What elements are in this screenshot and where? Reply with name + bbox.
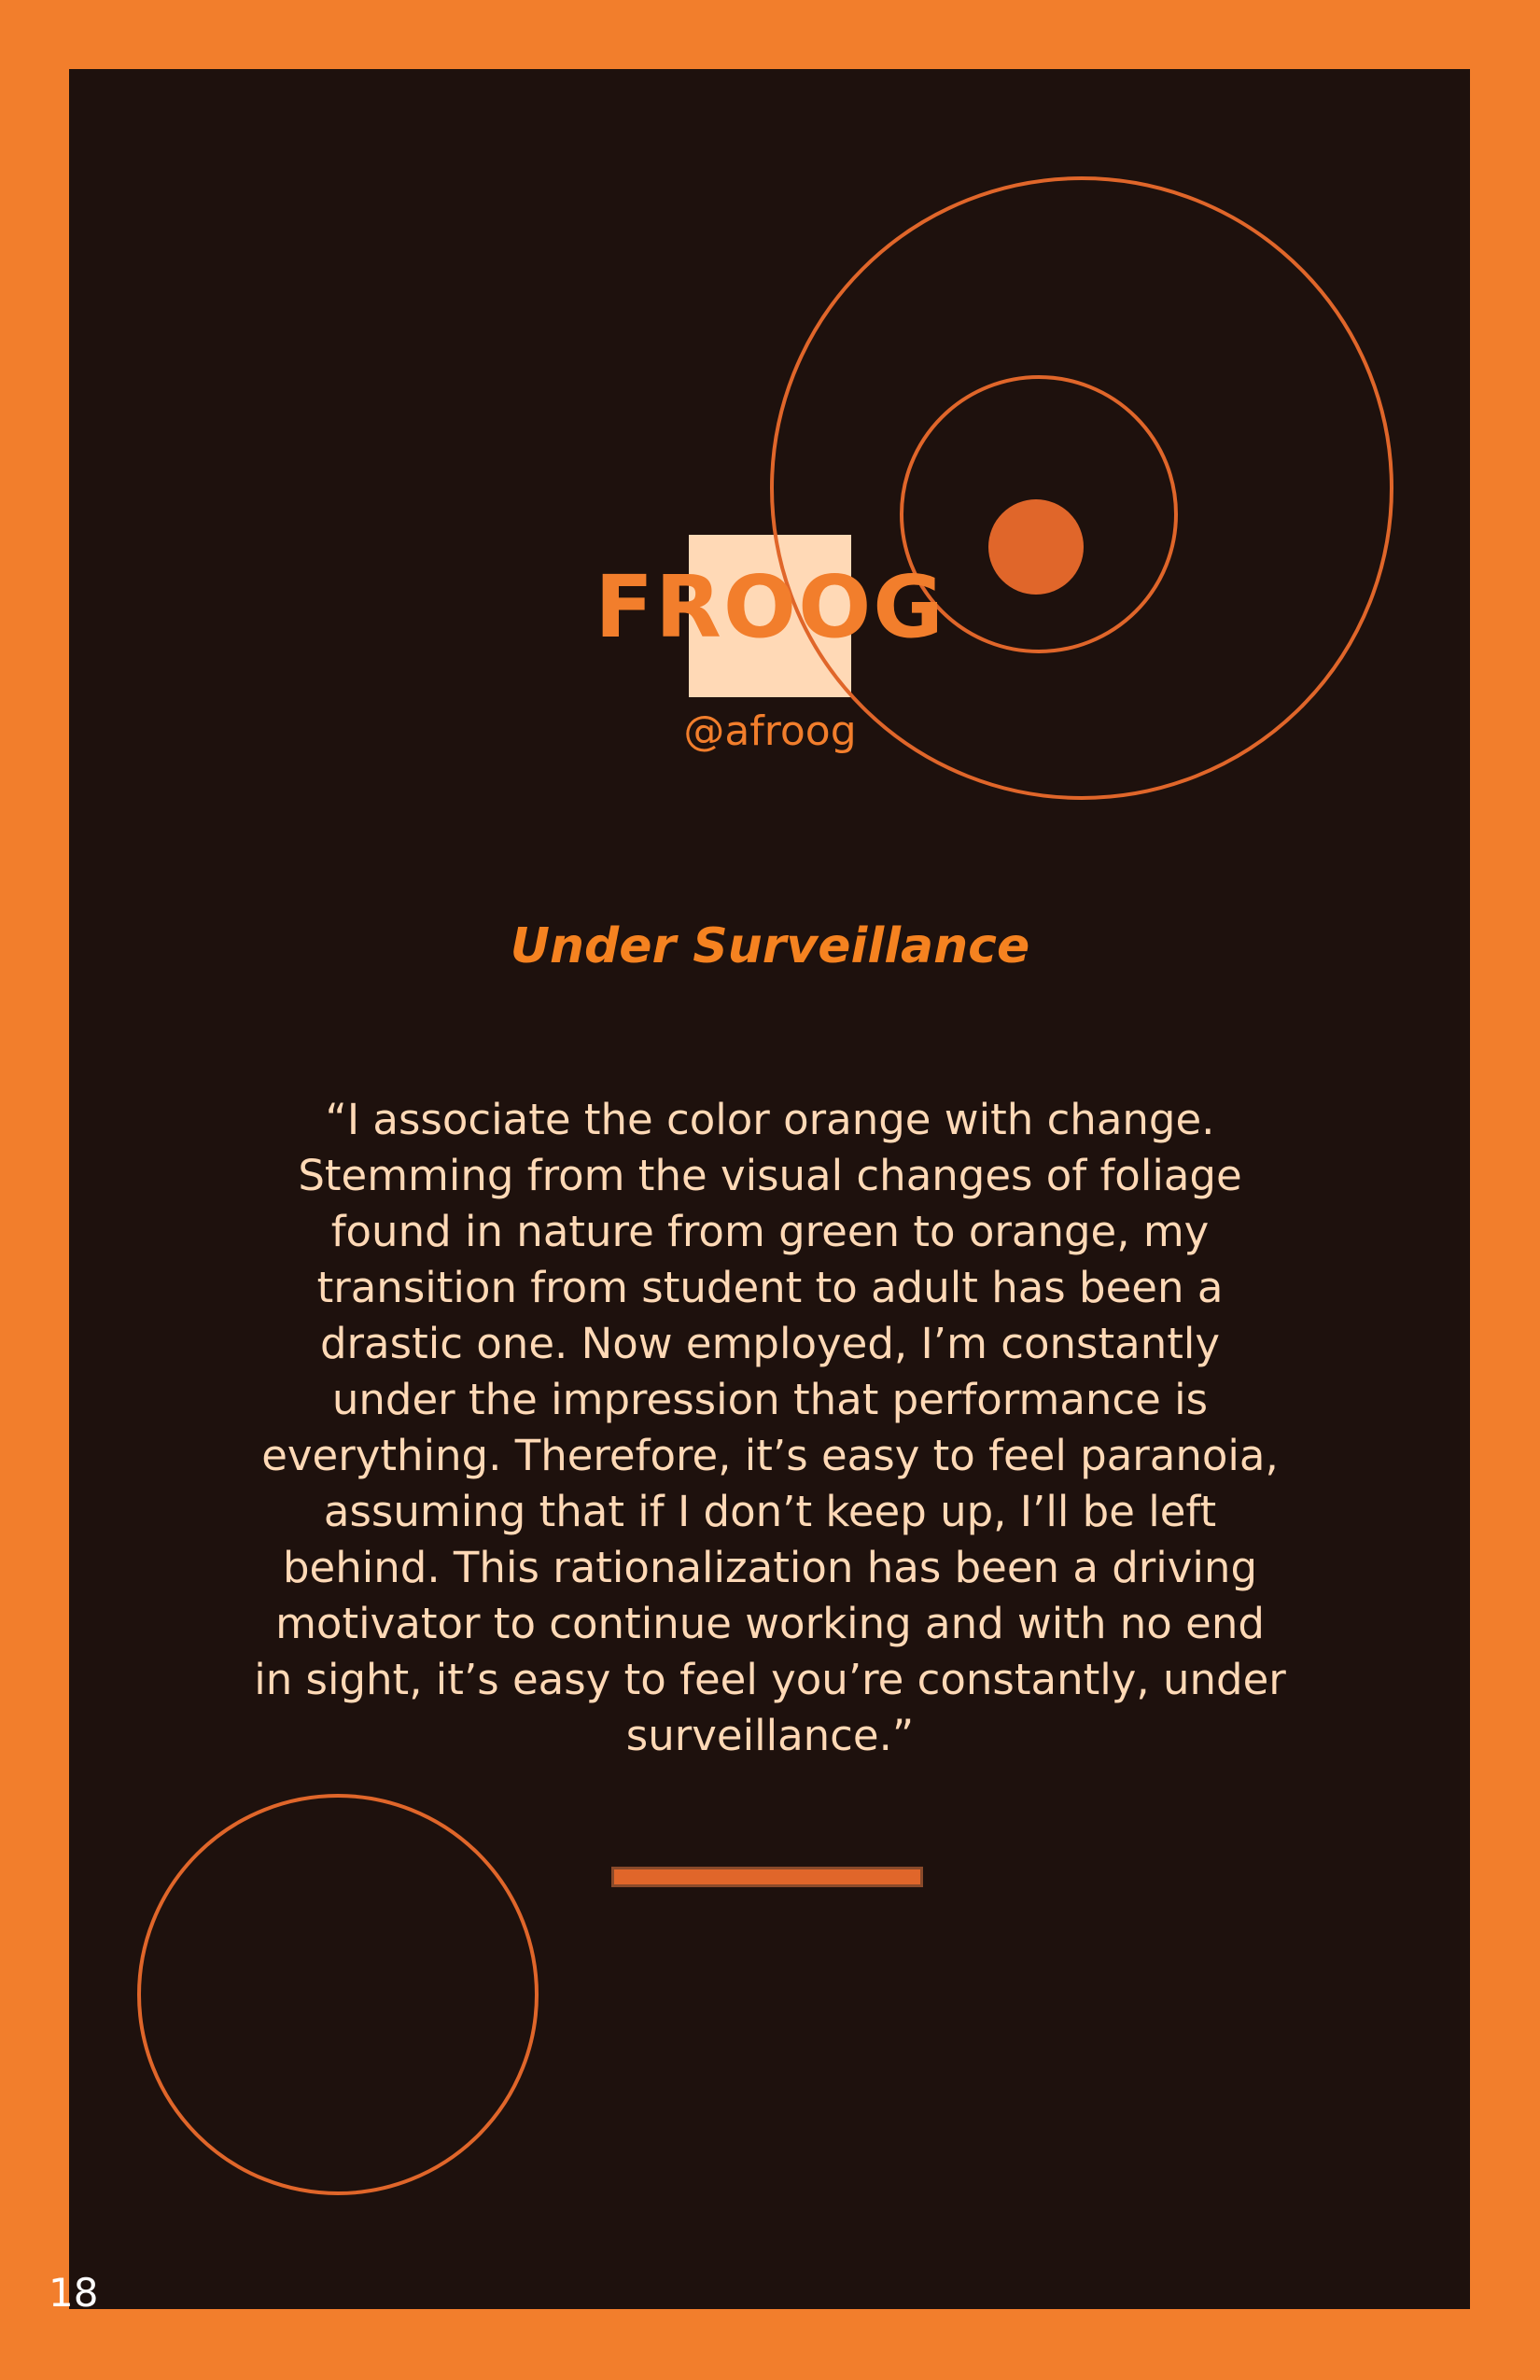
divider-bar: [611, 1867, 923, 1887]
artist-handle: @afroog: [683, 707, 857, 755]
artist-statement: “I associate the color orange with chang…: [254, 1095, 1286, 1760]
artwork-title: Under Surveillance: [510, 918, 1030, 974]
bottom-outline-circle: [137, 1794, 539, 2195]
large-outline-circle: [770, 176, 1393, 800]
artist-name: FROOG: [595, 557, 945, 657]
page-number: 18: [49, 2270, 99, 2316]
